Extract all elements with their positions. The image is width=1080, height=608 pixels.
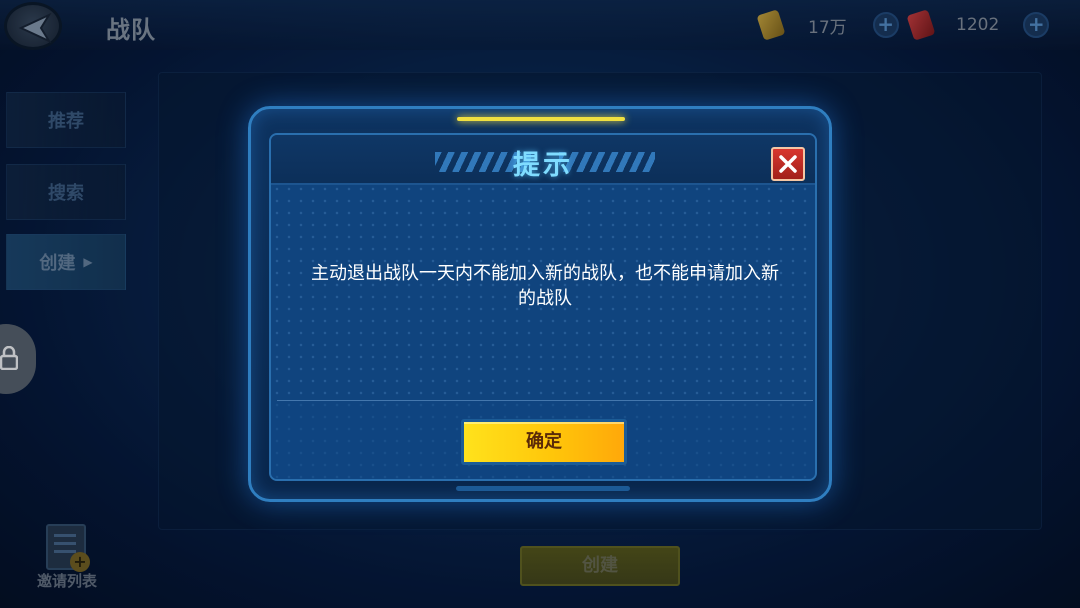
confirm-button[interactable]: 确定 [461, 419, 627, 465]
close-icon [779, 155, 797, 173]
close-button[interactable] [771, 147, 805, 181]
dialog-title: 提示 [513, 150, 573, 181]
dialog-header: 提示 [271, 135, 815, 185]
frame-glow [457, 117, 625, 121]
notice-dialog: 提示 主动退出战队一天内不能加入新的战队，也不能申请加入新的战队 确定 [248, 106, 832, 502]
dialog-message: 主动退出战队一天内不能加入新的战队，也不能申请加入新的战队 [311, 263, 779, 309]
dialog-body: 提示 主动退出战队一天内不能加入新的战队，也不能申请加入新的战队 确定 [269, 133, 817, 481]
frame-notch [456, 486, 630, 491]
